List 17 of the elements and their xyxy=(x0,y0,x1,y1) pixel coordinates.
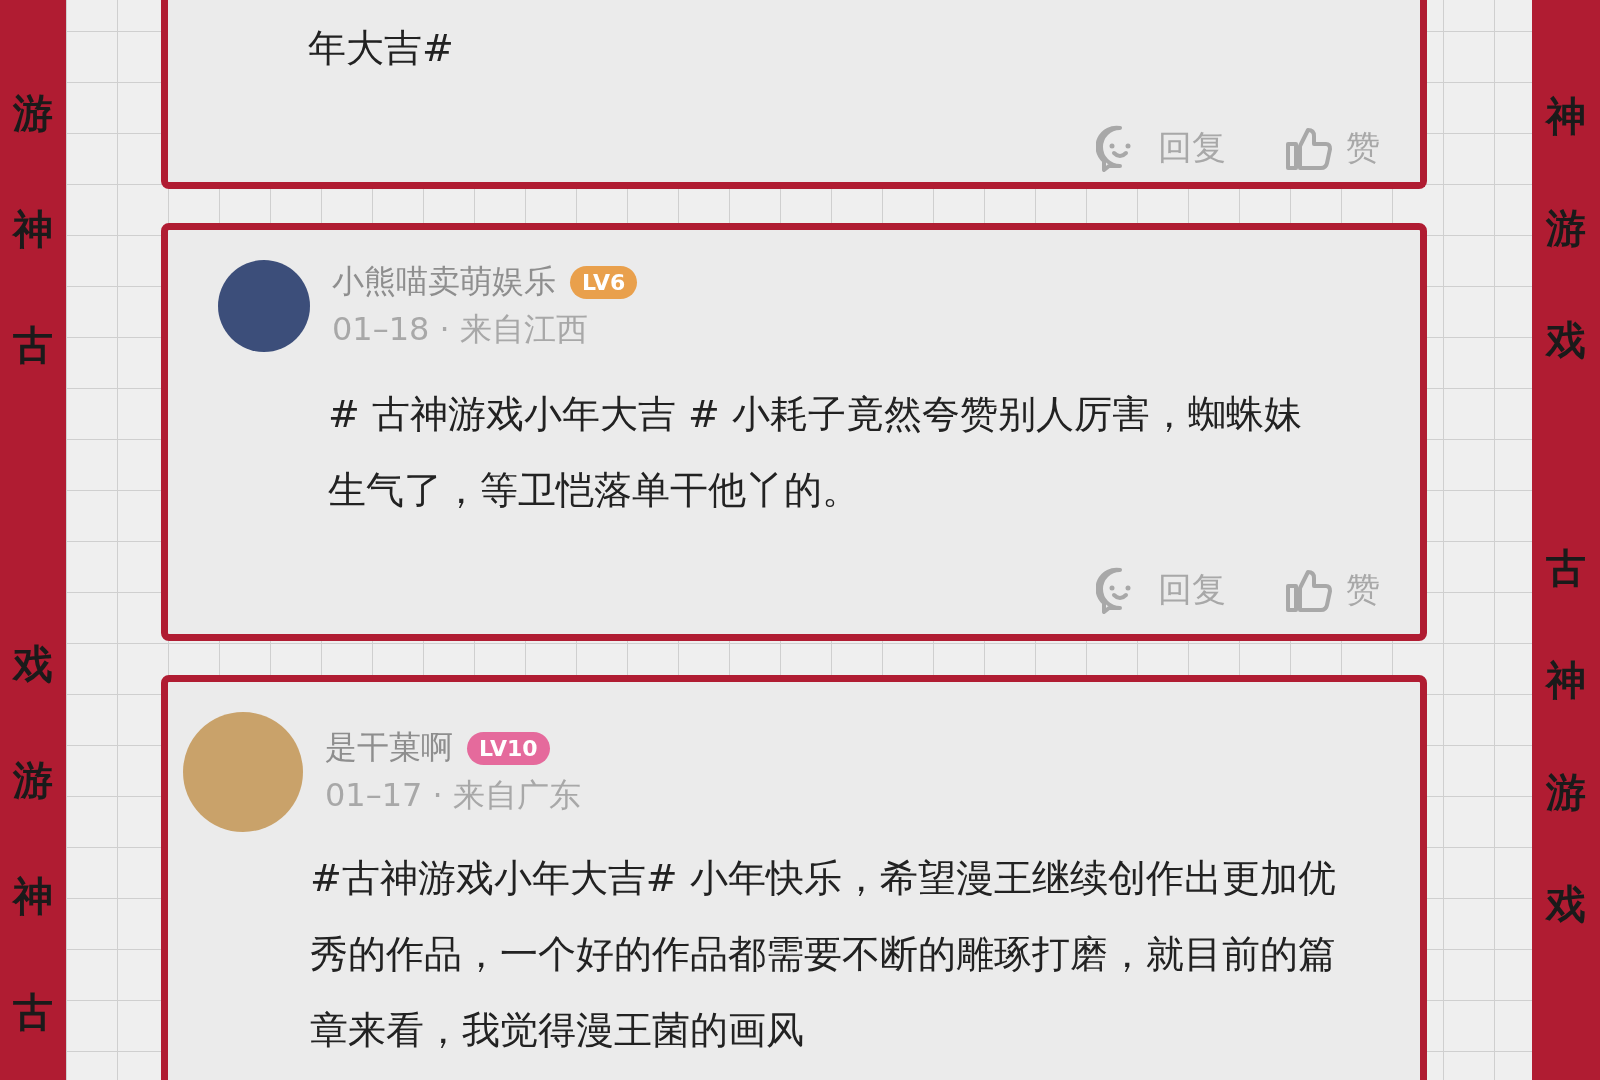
reply-button[interactable]: 回复 xyxy=(1096,124,1226,172)
username: 小熊喵卖萌娱乐 xyxy=(332,261,556,302)
comment-text: #古神游戏小年大吉# 小年快乐，希望漫王继续创作出更加优秀的作品，一个好的作品都需要不断的雕琢打磨，就目前的篇章来看，我觉得漫王菌的画风 xyxy=(309,855,1337,1054)
post-meta: 01–18 · 来自江西 xyxy=(332,309,589,350)
banner-text: 神游戏 xyxy=(1546,92,1586,365)
reply-button[interactable]: 回复 xyxy=(1096,566,1226,614)
username: 是干菓啊 xyxy=(325,727,453,768)
banner-text: 戏游神古 xyxy=(13,640,53,1037)
like-button[interactable]: 赞 xyxy=(1284,124,1380,172)
comment-text: # 古神游戏小年大吉 # 小耗子竟然夸赞别人厉害，蜘蛛妹生气了，等卫恺落单干他丫的。 xyxy=(327,391,1303,514)
post-meta: 01–17 · 来自广东 xyxy=(325,775,581,816)
comment-text: 年大吉# xyxy=(308,25,455,72)
like-button[interactable]: 赞 xyxy=(1284,566,1380,614)
banner-text: 游神古 xyxy=(13,89,53,370)
level-badge: LV6 xyxy=(570,265,638,299)
banner-text: 古神游戏 xyxy=(1546,544,1586,929)
level-badge: LV10 xyxy=(467,731,550,765)
